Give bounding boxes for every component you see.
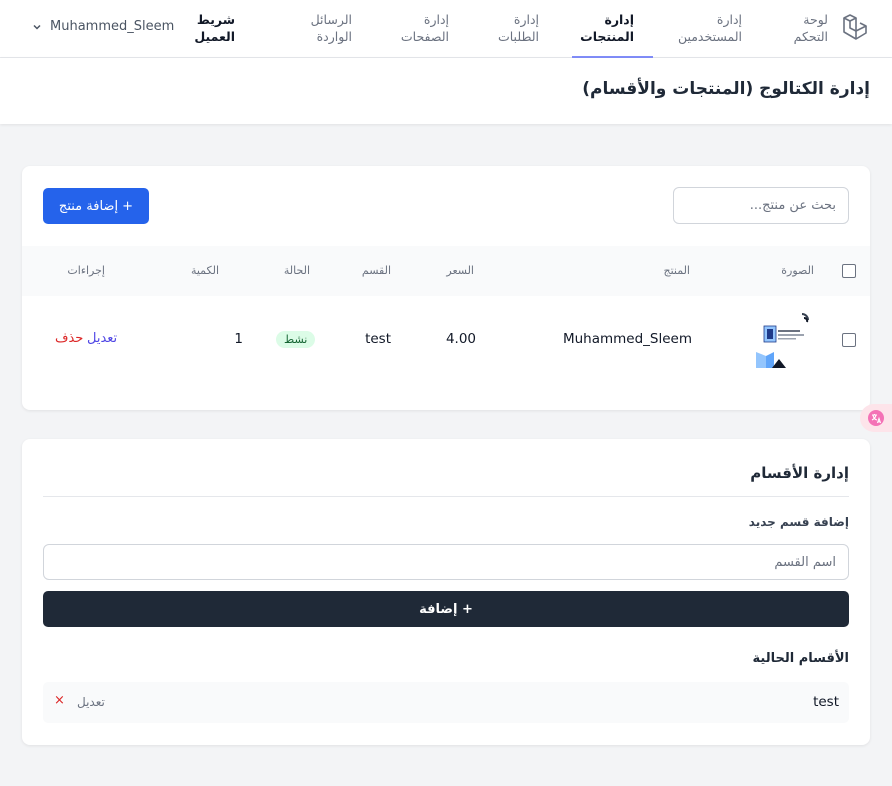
- product-price: 4.00: [445, 331, 476, 347]
- product-category: test: [365, 331, 391, 347]
- user-menu[interactable]: Muhammed_Sleem: [32, 19, 174, 34]
- edit-product-link[interactable]: تعديل: [87, 331, 117, 346]
- col-status: الحالة: [283, 264, 310, 277]
- nav-pages[interactable]: إدارة الصفحات: [401, 11, 449, 45]
- table-row: Muhammed_Sleem 4.00 test نشط 1 تعديل حذف: [22, 296, 870, 382]
- product-search-input[interactable]: [673, 187, 849, 224]
- select-all-checkbox[interactable]: [842, 264, 856, 278]
- translate-icon: [868, 410, 884, 426]
- nav-customer-bar[interactable]: شريط العميل: [194, 11, 235, 45]
- current-categories-title: الأقسام الحالية: [752, 651, 849, 666]
- translate-float-button[interactable]: [860, 404, 892, 432]
- chevron-down-icon: [33, 24, 41, 30]
- products-table-header: الصورة المنتج السعر القسم الحالة الكمية …: [22, 246, 870, 296]
- row-checkbox[interactable]: [842, 333, 856, 347]
- product-thumbnail[interactable]: [754, 310, 812, 368]
- col-category: القسم: [361, 264, 391, 277]
- edit-category-link[interactable]: تعديل: [77, 695, 105, 709]
- add-product-button[interactable]: + إضافة منتج: [43, 188, 149, 224]
- categories-section-title: إدارة الأقسام: [750, 464, 849, 482]
- delete-category-icon[interactable]: ×: [54, 693, 65, 708]
- add-category-button[interactable]: + إضافة: [43, 591, 849, 627]
- product-name: Muhammed_Sleem: [562, 331, 692, 347]
- nav-messages[interactable]: الرسائل الواردة: [311, 11, 352, 45]
- delete-product-link[interactable]: حذف: [55, 331, 83, 346]
- nav-users[interactable]: إدارة المستخدمين: [678, 11, 742, 45]
- product-quantity: 1: [234, 331, 243, 347]
- add-category-label: إضافة قسم جديد: [748, 515, 849, 529]
- section-divider: [43, 496, 849, 497]
- nav-dashboard[interactable]: لوحة التحكم: [794, 11, 828, 45]
- nav-products[interactable]: إدارة المنتجات: [580, 11, 634, 45]
- status-badge: نشط: [276, 331, 316, 348]
- page-header: إدارة الكتالوج (المنتجات والأقسام): [0, 58, 892, 124]
- col-image: الصورة: [781, 264, 814, 277]
- col-quantity: الكمية: [190, 264, 219, 277]
- categories-card: إدارة الأقسام إضافة قسم جديد + إضافة الأ…: [22, 439, 870, 745]
- category-name: test: [813, 694, 839, 710]
- page-title: إدارة الكتالوج (المنتجات والأقسام): [582, 79, 870, 99]
- products-card: + إضافة منتج الصورة المنتج السعر القسم ا…: [22, 166, 870, 410]
- col-product: المنتج: [663, 264, 690, 277]
- nav-orders[interactable]: إدارة الطلبات: [498, 11, 539, 45]
- app-logo-icon[interactable]: [840, 12, 870, 44]
- top-navigation: لوحة التحكم إدارة المستخدمين إدارة المنت…: [0, 0, 892, 58]
- col-actions: إجراءات: [67, 264, 105, 277]
- col-price: السعر: [446, 264, 474, 277]
- user-name: Muhammed_Sleem: [50, 19, 175, 34]
- list-item: test تعديل ×: [43, 682, 849, 723]
- category-name-input[interactable]: [43, 544, 849, 580]
